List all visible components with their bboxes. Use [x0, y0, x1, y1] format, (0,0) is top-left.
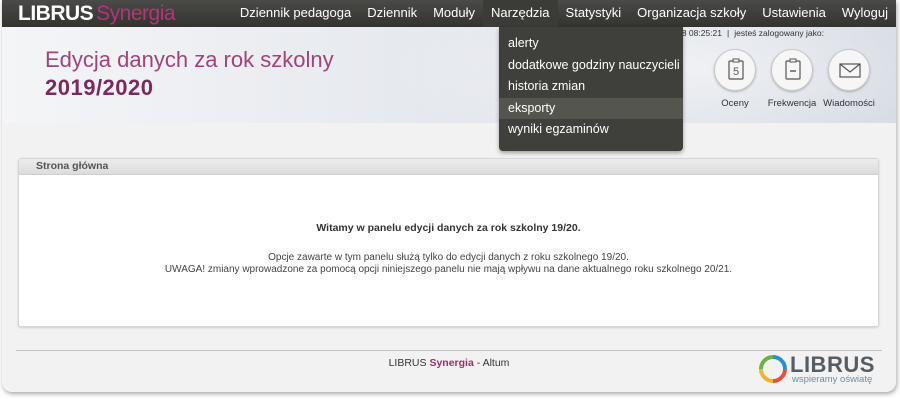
quick-link-oceny[interactable]: 5 Oceny — [707, 49, 763, 109]
logged-as: jesteś zalogowany jako: — [734, 28, 824, 38]
nav-dziennik-pedagoga[interactable]: Dziennik pedagoga — [232, 0, 359, 27]
nav-dziennik[interactable]: Dziennik — [359, 0, 425, 27]
librus-synergia-logo[interactable]: LIBRUS Synergia — [18, 2, 176, 26]
footer-divider — [16, 350, 882, 351]
librus-footer-logo: LIBRUS wspieramy oświatę — [759, 352, 884, 386]
main-menu: Dziennik pedagoga Dziennik Moduły Narzęd… — [232, 0, 896, 27]
logo-synergia: Synergia — [96, 2, 176, 25]
app-window: LIBRUS Synergia Dziennik pedagoga Dzienni… — [2, 0, 896, 392]
footer-brand: LIBRUS — [388, 357, 427, 369]
info-note: Opcje zawarte w tym panelu służą tylko d… — [268, 252, 629, 263]
quick-link-label: Oceny — [721, 98, 749, 109]
narzedzia-dropdown: alerty dodatkowe godziny nauczycieli his… — [499, 27, 683, 151]
footer-logo-tagline: wspieramy oświatę — [792, 374, 873, 385]
menu-item-dodatkowe-godziny[interactable]: dodatkowe godziny nauczycieli — [499, 55, 683, 77]
header-banner: Edycja danych za rok szkolny 2019/2020 o… — [2, 27, 896, 123]
nav-moduly[interactable]: Moduły — [425, 0, 483, 27]
welcome-message: Witamy w panelu edycji danych za rok szk… — [316, 222, 581, 234]
top-navigation-bar: LIBRUS Synergia Dziennik pedagoga Dzienni… — [2, 0, 896, 27]
warning-note: UWAGA! zmiany wprowadzone za pomocą opcj… — [164, 264, 733, 275]
nav-narzedzia[interactable]: Narzędzia — [483, 0, 558, 27]
svg-text:5: 5 — [733, 66, 739, 78]
nav-statystyki[interactable]: Statystyki — [558, 0, 630, 27]
envelope-icon — [828, 49, 870, 91]
panel-heading: Strona główna — [19, 159, 878, 175]
quick-link-wiadomosci[interactable]: Wiadomości — [821, 49, 877, 109]
quick-link-label: Frekwencja — [767, 98, 817, 109]
footer-edition: Altum — [482, 357, 510, 369]
nav-ustawienia[interactable]: Ustawienia — [754, 0, 834, 27]
login-separator: | — [727, 28, 730, 38]
menu-item-alerty[interactable]: alerty — [499, 33, 683, 55]
quick-link-label: Wiadomości — [823, 98, 875, 109]
attendance-icon — [771, 49, 813, 91]
school-year: 2019/2020 — [45, 75, 154, 100]
librus-ring-icon — [759, 355, 787, 383]
nav-organizacja-szkoly[interactable]: Organizacja szkoły — [629, 0, 754, 27]
footer-product: Synergia — [429, 357, 474, 369]
logo-librus: LIBRUS — [18, 2, 94, 25]
menu-item-historia-zmian[interactable]: historia zmian — [499, 76, 683, 98]
menu-item-wyniki-egzaminow[interactable]: wyniki egzaminów — [499, 119, 683, 141]
quick-link-frekwencja[interactable]: Frekwencja — [764, 49, 820, 109]
grades-icon: 5 — [714, 49, 756, 91]
menu-item-eksporty[interactable]: eksporty — [499, 97, 683, 119]
page-title: Edycja danych za rok szkolny — [45, 47, 334, 72]
main-panel: Strona główna Witamy w panelu edycji dan… — [18, 158, 879, 327]
footer-dash: - — [473, 357, 483, 369]
nav-wyloguj[interactable]: Wyloguj — [834, 0, 896, 27]
